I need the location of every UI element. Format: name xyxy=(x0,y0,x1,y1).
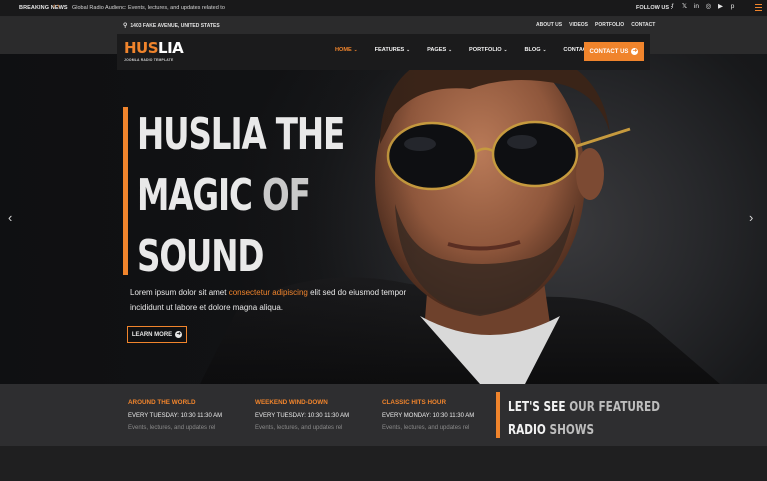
top-links: ABOUT US VIDEOS PORTFOLIO CONTACT xyxy=(536,22,655,28)
show-title: WEEKEND WIND-DOWN xyxy=(255,399,328,406)
top-link-portfolio[interactable]: PORTFOLIO xyxy=(595,22,624,28)
featured-line2: RADIO SHOWS xyxy=(508,419,660,442)
logo-tagline: JOOMLA RADIO TEMPLATE xyxy=(124,58,174,62)
featured-our-featured: OUR FEATURED xyxy=(569,399,660,415)
breaking-news-label: BREAKING NEWS xyxy=(19,5,68,11)
main-navbar: HUSLIA JOOMLA RADIO TEMPLATE HOME ⌄ FEATU… xyxy=(117,34,650,70)
follow-us-label: FOLLOW US : xyxy=(636,5,673,11)
logo-part1: HUS xyxy=(124,39,159,57)
logo-wordmark: HUSLIA xyxy=(124,39,184,57)
map-pin-icon: ⚲ xyxy=(123,23,128,29)
hero-text-part1: Lorem ipsum dolor sit amet xyxy=(130,288,229,297)
show-description: Events, lectures, and updates rel xyxy=(382,425,470,431)
chevron-down-icon: ⌄ xyxy=(406,47,411,52)
learn-more-button[interactable]: LEARN MORE ➜ xyxy=(127,326,187,343)
nav-item-home[interactable]: HOME ⌄ xyxy=(335,47,358,53)
top-link-videos[interactable]: VIDEOS xyxy=(569,22,588,28)
page: BREAKING NEWS ‹ › Global Radio Audienc: … xyxy=(0,0,767,481)
address: ⚲ 1403 FAKE AVENUE, UNITED STATES xyxy=(123,22,220,29)
featured-shows: SHOWS xyxy=(549,422,595,438)
featured-radio: RADIO xyxy=(508,422,550,438)
featured-accent-bar xyxy=(496,392,500,438)
nav-label-home: HOME xyxy=(335,47,352,53)
site-logo[interactable]: HUSLIA JOOMLA RADIO TEMPLATE xyxy=(124,39,184,62)
page-bottom-area xyxy=(0,446,767,481)
hero-slider: ‹ › HUSLIA THE MAGIC OF SOUND Lorem ipsu… xyxy=(0,54,767,384)
show-description: Events, lectures, and updates rel xyxy=(128,425,216,431)
contact-us-button[interactable]: CONTACT US ➜ xyxy=(584,42,644,61)
show-description: Events, lectures, and updates rel xyxy=(255,425,343,431)
featured-line1: LET'S SEE OUR FEATURED xyxy=(508,396,660,419)
nav-item-features[interactable]: FEATURES ⌄ xyxy=(375,47,411,53)
nav-label-pages: PAGES xyxy=(427,47,447,53)
hero-overlay xyxy=(0,54,767,384)
address-text: 1403 FAKE AVENUE, UNITED STATES xyxy=(130,23,220,29)
hero-title-line2: MAGIC OF xyxy=(137,165,344,226)
hero-title-line3: SOUND xyxy=(137,231,264,282)
nav-label-features: FEATURES xyxy=(374,47,405,53)
breaking-news-ticker[interactable]: Global Radio Audienc: Events, lectures, … xyxy=(72,5,225,11)
nav-label-blog: BLOG xyxy=(524,47,541,53)
pinterest-icon[interactable]: p xyxy=(729,3,736,11)
hero-title-magic: MAGIC xyxy=(137,170,263,221)
hero-title: HUSLIA THE MAGIC OF SOUND xyxy=(137,104,345,287)
show-time: EVERY TUESDAY: 10:30 11:30 AM xyxy=(128,413,223,419)
x-icon[interactable]: 𝕏 xyxy=(681,3,688,11)
logo-part2: LIA xyxy=(158,39,184,57)
chevron-down-icon: ⌄ xyxy=(353,47,358,52)
show-card[interactable]: CLASSIC HITS HOUR EVERY MONDAY: 10:30 11… xyxy=(382,399,474,431)
hamburger-menu-icon[interactable] xyxy=(755,4,762,11)
arrow-right-circle-icon: ➜ xyxy=(631,48,639,55)
arrow-right-circle-icon: ➜ xyxy=(175,331,183,338)
slider-next-arrow-icon[interactable]: › xyxy=(749,210,753,225)
hero-text-highlight[interactable]: consectetur adipiscing xyxy=(229,288,308,297)
main-menu: HOME ⌄ FEATURES ⌄ PAGES ⌄ PORTFOLIO ⌄ BLOG ⌄ … xyxy=(335,47,607,53)
chevron-down-icon: ⌄ xyxy=(503,47,508,52)
chevron-down-icon: ⌄ xyxy=(542,47,547,52)
social-links: f 𝕏 in ◎ ▶ p xyxy=(669,3,736,11)
hero-title-line1: HUSLIA THE xyxy=(137,109,345,160)
learn-more-label: LEARN MORE xyxy=(131,331,173,338)
show-card[interactable]: WEEKEND WIND-DOWN EVERY TUESDAY: 10:30 1… xyxy=(255,399,349,431)
slider-prev-arrow-icon[interactable]: ‹ xyxy=(8,210,12,225)
nav-item-blog[interactable]: BLOG ⌄ xyxy=(524,47,546,53)
show-time: EVERY MONDAY: 10:30 11:30 AM xyxy=(382,413,475,419)
nav-item-pages[interactable]: PAGES ⌄ xyxy=(427,47,452,53)
featured-lets-see: LET'S SEE xyxy=(508,399,570,415)
show-card[interactable]: AROUND THE WORLD EVERY TUESDAY: 10:30 11… xyxy=(128,399,222,431)
hero-description: Lorem ipsum dolor sit amet consectetur a… xyxy=(130,286,430,315)
chevron-down-icon: ⌄ xyxy=(448,47,453,52)
breaking-news-arrows[interactable]: ‹ › xyxy=(53,3,60,10)
show-title: CLASSIC HITS HOUR xyxy=(382,399,447,406)
top-link-contact[interactable]: CONTACT xyxy=(631,22,655,28)
show-time: EVERY TUESDAY: 10:30 11:30 AM xyxy=(255,413,350,419)
contact-us-label: CONTACT US xyxy=(589,48,629,55)
hero-title-of: OF xyxy=(262,170,311,221)
facebook-icon[interactable]: f xyxy=(669,3,676,11)
nav-label-portfolio: PORTFOLIO xyxy=(469,47,502,53)
youtube-icon[interactable]: ▶ xyxy=(717,3,724,11)
nav-item-portfolio[interactable]: PORTFOLIO ⌄ xyxy=(469,47,507,53)
top-bar: BREAKING NEWS ‹ › Global Radio Audienc: … xyxy=(0,0,767,17)
featured-shows-heading: LET'S SEE OUR FEATURED RADIO SHOWS xyxy=(508,396,660,442)
instagram-icon[interactable]: ◎ xyxy=(705,3,712,11)
linkedin-icon[interactable]: in xyxy=(693,3,700,11)
shows-strip: AROUND THE WORLD EVERY TUESDAY: 10:30 11… xyxy=(0,384,767,446)
hero-accent-bar xyxy=(123,107,128,275)
top-link-about[interactable]: ABOUT US xyxy=(536,22,562,28)
show-title: AROUND THE WORLD xyxy=(128,399,196,406)
